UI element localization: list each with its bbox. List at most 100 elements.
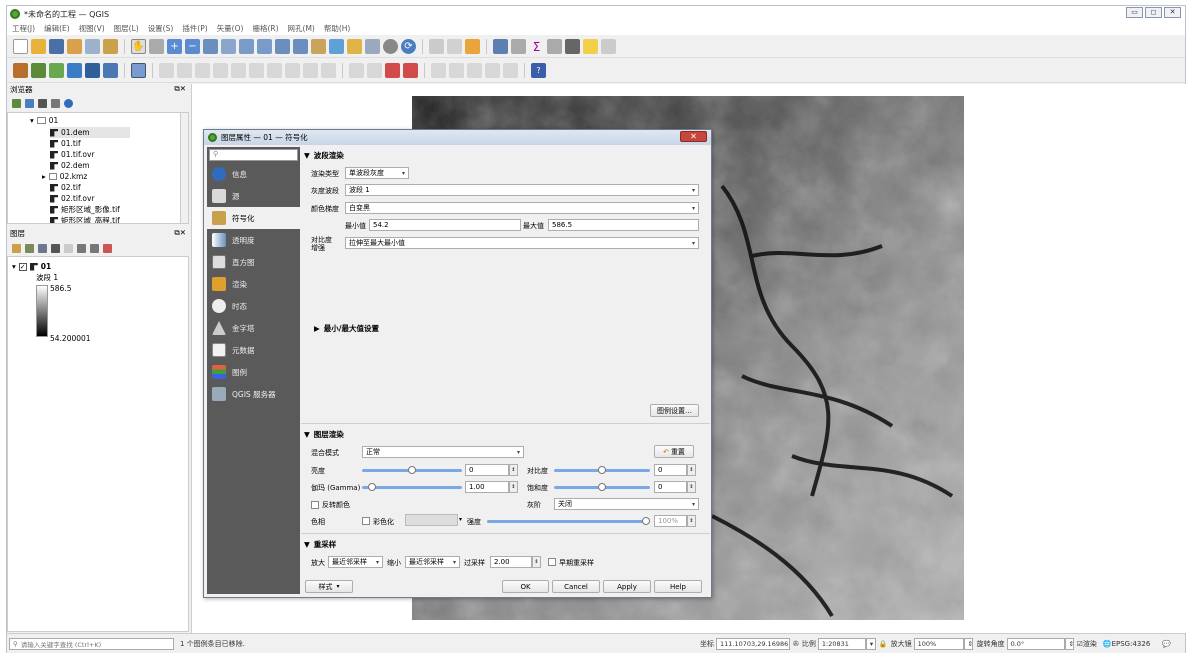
rotation-spin[interactable]: ⇕ xyxy=(1064,637,1074,650)
nav-histogram[interactable]: 直方图 xyxy=(207,251,300,273)
data-source-manager-icon[interactable] xyxy=(13,63,28,78)
select-by-value-icon[interactable] xyxy=(465,39,480,54)
help-icon[interactable]: ? xyxy=(531,63,546,78)
render-type-select[interactable]: 单波段灰度 ▾ xyxy=(345,167,409,179)
zoom-layer-icon[interactable] xyxy=(239,39,254,54)
layer-rendering-section[interactable]: ▼ 图层渲染 xyxy=(304,429,344,440)
browser-item[interactable]: 02.tif.ovr xyxy=(50,193,95,204)
menu-plugins[interactable]: 插件(P) xyxy=(182,23,207,34)
saturation-spinbox[interactable]: 0 xyxy=(654,481,687,493)
contrast-slider[interactable] xyxy=(554,466,650,474)
redo-icon[interactable] xyxy=(321,63,336,78)
add-layer-icon[interactable] xyxy=(31,63,46,78)
annotation-icon[interactable] xyxy=(601,39,616,54)
brightness-slider[interactable] xyxy=(362,466,462,474)
show-bookmarks-icon[interactable] xyxy=(365,39,380,54)
select-icon[interactable] xyxy=(447,39,462,54)
browser-item[interactable]: 01.tif.ovr xyxy=(50,149,95,160)
temporal-controller-icon[interactable] xyxy=(383,39,398,54)
scale-field[interactable]: 1:20831 xyxy=(817,637,866,650)
slider-handle[interactable] xyxy=(408,466,416,474)
ok-button[interactable]: OK xyxy=(502,580,549,593)
help-button[interactable]: Help xyxy=(654,580,702,593)
crs-globe-icon[interactable]: 🌐 xyxy=(1103,640,1112,648)
lock-icon[interactable]: 🔒 xyxy=(879,640,888,648)
close-button[interactable]: ✕ xyxy=(1164,7,1181,18)
zoom-out-select[interactable]: 最近邻采样 ▾ xyxy=(405,556,460,568)
saturation-slider[interactable] xyxy=(554,483,650,491)
nav-information[interactable]: 信息 xyxy=(207,163,300,185)
pan-to-selection-icon[interactable] xyxy=(149,39,164,54)
max-input[interactable]: 586.5 xyxy=(548,219,699,231)
label-settings-icon[interactable] xyxy=(503,63,518,78)
browser-item[interactable]: ▸ 02.kmz xyxy=(42,171,87,182)
gamma-spinbox[interactable]: 1.00 xyxy=(465,481,509,493)
style-menu-button[interactable]: 样式 ▾ xyxy=(305,580,353,593)
measure-icon[interactable] xyxy=(565,39,580,54)
identify-icon[interactable] xyxy=(429,39,444,54)
panel-close-icon[interactable]: ⧉✕ xyxy=(174,84,186,95)
cut-features-icon[interactable] xyxy=(249,63,264,78)
identify-features-icon[interactable] xyxy=(493,39,508,54)
digitize-icon[interactable] xyxy=(67,63,82,78)
blend-mode-select[interactable]: 正常 ▾ xyxy=(362,446,524,458)
spin-arrows[interactable]: ⇕ xyxy=(509,464,518,476)
refresh-icon[interactable]: ⟳ xyxy=(401,39,416,54)
browser-scrollbar[interactable] xyxy=(180,113,188,223)
slider-handle[interactable] xyxy=(642,517,650,525)
brightness-spinbox[interactable]: 0 xyxy=(465,464,509,476)
menu-project[interactable]: 工程(J) xyxy=(12,23,35,34)
add-mesh-icon[interactable] xyxy=(103,63,118,78)
filter-expression-icon[interactable] xyxy=(64,243,73,253)
save-as-icon[interactable] xyxy=(67,39,82,54)
colorize-color-button[interactable] xyxy=(405,514,458,526)
add-raster-icon[interactable] xyxy=(85,63,100,78)
collapse-all-icon[interactable] xyxy=(51,98,60,108)
spin-arrows[interactable]: ⇕ xyxy=(687,515,696,527)
rotate-label-icon[interactable] xyxy=(449,63,464,78)
strength-slider[interactable] xyxy=(487,517,650,525)
nav-metadata[interactable]: 元数据 xyxy=(207,339,300,361)
menu-raster[interactable]: 栅格(R) xyxy=(252,23,278,34)
slider-handle[interactable] xyxy=(598,466,606,474)
highlight-label-icon[interactable] xyxy=(385,63,400,78)
menu-help[interactable]: 帮助(H) xyxy=(324,23,351,34)
browser-item[interactable]: 01.tif xyxy=(50,138,81,149)
magnifier-spin[interactable]: ⇕ xyxy=(963,637,973,650)
nav-transparency[interactable]: 透明度 xyxy=(207,229,300,251)
pin-label-icon[interactable] xyxy=(367,63,382,78)
style-icon[interactable] xyxy=(12,243,21,253)
contrast-enhancement-select[interactable]: 拉伸至最大最小值 ▾ xyxy=(345,237,699,249)
current-edits-icon[interactable] xyxy=(131,63,146,78)
spin-arrows[interactable]: ⇕ xyxy=(532,556,541,568)
undo-icon[interactable] xyxy=(303,63,318,78)
maximize-button[interactable]: ◻ xyxy=(1145,7,1162,18)
gray-band-select[interactable]: 波段 1 ▾ xyxy=(345,184,699,196)
map-tips-icon[interactable] xyxy=(583,39,598,54)
colorize-checkbox[interactable] xyxy=(362,517,370,525)
coord-field[interactable]: 111.10703,29.16986 xyxy=(716,637,790,650)
contrast-spinbox[interactable]: 0 xyxy=(654,464,687,476)
move-label-icon[interactable] xyxy=(431,63,446,78)
rotation-field[interactable]: 0.0° xyxy=(1006,637,1065,650)
reset-button[interactable]: ↶ 重置 xyxy=(654,445,694,458)
min-input[interactable]: 54.2 xyxy=(369,219,521,231)
new-map-view-icon[interactable] xyxy=(311,39,326,54)
browser-item[interactable]: 02.tif xyxy=(50,182,81,193)
collapse-icon[interactable] xyxy=(90,243,99,253)
band-rendering-section[interactable]: ▼ 波段渲染 xyxy=(304,150,344,161)
pan-icon[interactable]: ✋ xyxy=(131,39,146,54)
strength-spinbox[interactable]: 100% xyxy=(654,515,687,527)
panel-close-icon[interactable]: ⧉✕ xyxy=(174,228,186,239)
change-label-icon[interactable] xyxy=(467,63,482,78)
slider-handle[interactable] xyxy=(368,483,376,491)
new-project-icon[interactable] xyxy=(13,39,28,54)
menu-view[interactable]: 视图(V) xyxy=(79,23,105,34)
toggle-editing-icon[interactable] xyxy=(159,63,174,78)
new-3d-view-icon[interactable] xyxy=(329,39,344,54)
nav-rendering[interactable]: 渲染 xyxy=(207,273,300,295)
scale-dropdown[interactable]: ▾ xyxy=(865,637,876,650)
statistics-icon[interactable] xyxy=(547,39,562,54)
extents-icon[interactable]: ✇ xyxy=(793,640,799,648)
menu-settings[interactable]: 设置(S) xyxy=(148,23,174,34)
